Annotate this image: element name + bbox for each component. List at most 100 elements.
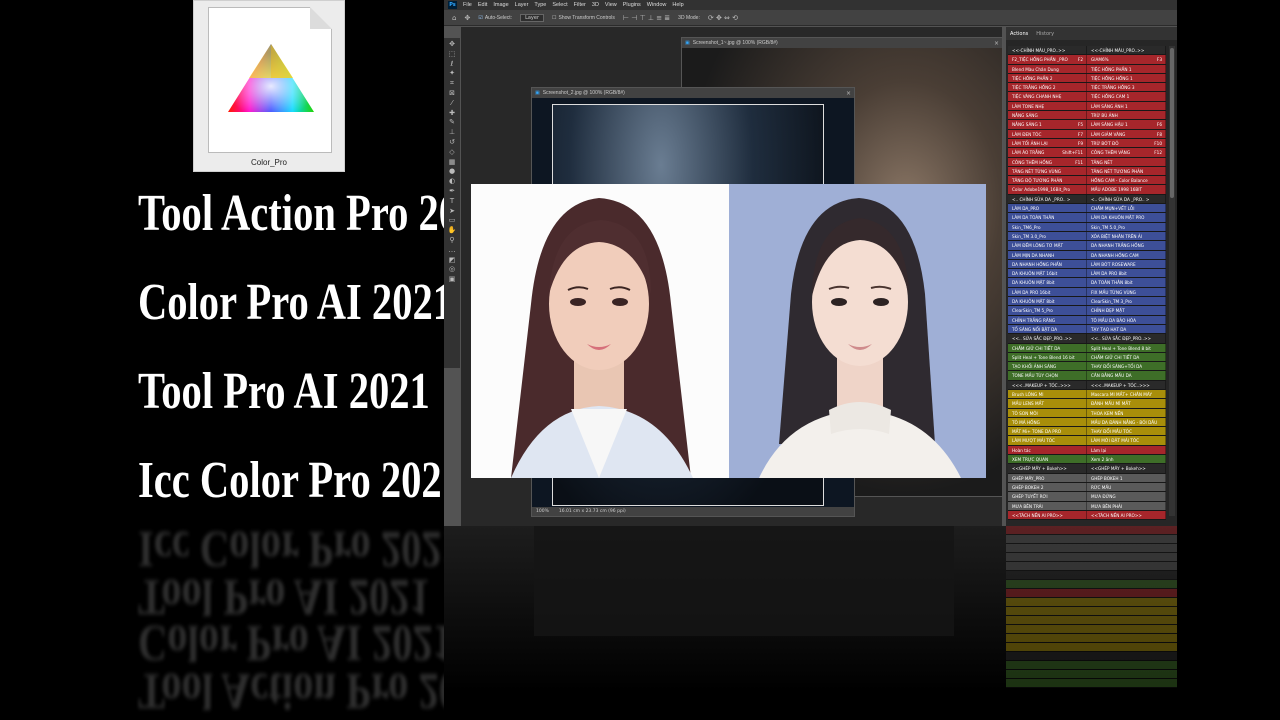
zoom-level[interactable]: 100% xyxy=(536,509,549,514)
action-button[interactable]: TÔ MẦU DA BẢO HÒA xyxy=(1087,315,1166,324)
action-button[interactable]: <<-CHỈNH MÀU_PRO..>> xyxy=(1008,46,1087,55)
color-swatches-icon[interactable]: ◩ xyxy=(445,256,459,266)
action-button[interactable]: CHẤM GIỮ CHI TIẾT DA xyxy=(1087,352,1166,362)
action-button[interactable]: MƯA ĐỨNG xyxy=(1087,492,1166,501)
action-button[interactable]: Mascara MI MẮT+ CHÂN MÀY xyxy=(1087,389,1166,399)
action-button[interactable]: F2_TIỆC HỒNG PHẤN _PRO F2 xyxy=(1008,55,1087,64)
action-button[interactable]: MẦU DA ĐÁNH NẮNG - BÓI DẦU xyxy=(1087,417,1166,427)
action-button[interactable]: Blend Màu Chân Dung xyxy=(1008,64,1087,73)
action-button[interactable]: TĂNG NÉT TƯƠNG PHẢN xyxy=(1087,166,1166,176)
action-button[interactable]: TẠO KHỐI ẢNH SÁNG xyxy=(1008,362,1087,371)
action-button[interactable]: <<GHÉP MÂY + Bokeh>> xyxy=(1008,464,1087,473)
action-button[interactable]: CHỈNH ĐẸP MẶT xyxy=(1087,306,1166,315)
panel-scrollbar[interactable] xyxy=(1169,46,1175,516)
file-icon[interactable]: Color_Pro xyxy=(193,0,345,172)
align-icons[interactable]: ⊢ ⊣ ⊤ ⊥ ≡ ≣ xyxy=(623,14,670,22)
action-button[interactable]: TRỪ BÙ ẢNH xyxy=(1087,111,1166,120)
action-button[interactable]: TẠY TẠO HẠT DA xyxy=(1087,324,1166,334)
action-button[interactable]: TIỆC TRẮNG HỒNG 3 xyxy=(1087,83,1166,92)
document-tab[interactable]: ▣ Screenshot_2.jpg @ 100% (RGB/8#) × xyxy=(532,88,854,98)
transform-controls-checkbox[interactable]: ☐ Show Transform Controls xyxy=(552,15,615,21)
path-select-icon[interactable]: ➤ xyxy=(445,207,459,217)
action-button[interactable]: <.. CHỈNH SỬA DA _PRO.. > xyxy=(1087,194,1166,204)
action-button[interactable]: TĂNG NÉT xyxy=(1087,157,1166,166)
action-button[interactable]: TIỆC HỒNG HỒNG 1 xyxy=(1087,73,1166,83)
action-button[interactable]: LÀM ĐEN TÓC F7 xyxy=(1008,129,1087,138)
action-button[interactable]: LÀM DA KHUÔN MẶT PRO xyxy=(1087,213,1166,222)
menu-filter[interactable]: Filter xyxy=(574,2,586,8)
action-button[interactable]: THOA KEM NỀN xyxy=(1087,408,1166,417)
action-button[interactable]: Split Heal + Tone Blend 16 bit xyxy=(1008,352,1087,362)
action-button[interactable]: THAY ĐỔI MẦU TÓC xyxy=(1087,427,1166,436)
brush-tool-icon[interactable]: ✎ xyxy=(445,118,459,128)
action-button[interactable]: LÀM MƯỢT MÁI TÓC xyxy=(1008,436,1087,445)
action-button[interactable]: Split Heal + Tone Blend 8 bit xyxy=(1087,343,1166,352)
document-tab[interactable]: ▣ Screenshot_1~.jpg @ 100% (RGB/8#) × xyxy=(682,38,1002,48)
action-button[interactable]: ClearSkin_TM 3_Pro xyxy=(1087,297,1166,306)
action-button[interactable]: TONE MẦU TÙY CHỌN xyxy=(1008,371,1087,380)
action-button[interactable]: LÀM MỊN DA NHANH xyxy=(1008,250,1087,259)
magic-wand-icon[interactable]: ✦ xyxy=(445,69,459,79)
action-button[interactable]: CÂN BẰNG MẦU DA xyxy=(1087,371,1166,380)
action-button[interactable]: TIỆC VÀNG CHANH NHẸ xyxy=(1008,92,1087,101)
eyedropper-icon[interactable]: ⁄ xyxy=(445,99,459,109)
action-button[interactable]: Hoàn tác xyxy=(1008,445,1087,455)
action-button[interactable]: LÀM DA TOÀN THÂN xyxy=(1008,213,1087,222)
dodge-icon[interactable]: ◐ xyxy=(445,177,459,187)
action-button[interactable]: Skin_TM 3.0_Pro xyxy=(1008,231,1087,241)
action-button[interactable]: DA NHANH TRẮNG HỒNG xyxy=(1087,241,1166,250)
auto-select-checkbox[interactable]: ☑ Auto-Select: xyxy=(478,15,512,21)
crop-tool-icon[interactable]: ⌗ xyxy=(445,79,459,89)
action-button[interactable]: <<.. SỬA SẮC ĐẸP_PRO..>> xyxy=(1008,334,1087,343)
action-button[interactable]: <.. CHỈNH SỬA DA _PRO.. > xyxy=(1008,194,1087,204)
more-tools-icon[interactable]: … xyxy=(445,246,459,256)
action-button[interactable]: FIX MẦU TỪNG VÙNG xyxy=(1087,287,1166,297)
scrollbar-thumb[interactable] xyxy=(1170,48,1174,198)
action-button[interactable]: <<TÁCH NỀN AI PRO>> xyxy=(1008,510,1087,520)
clone-stamp-icon[interactable]: ⊥ xyxy=(445,128,459,138)
menu-layer[interactable]: Layer xyxy=(515,2,529,8)
action-button[interactable]: LÀM ÁO TRẮNG Shift+F11 xyxy=(1008,148,1087,157)
screen-mode-icon[interactable]: ▣ xyxy=(445,275,459,285)
action-button[interactable]: Làm lại xyxy=(1087,445,1166,455)
action-button[interactable]: TIỆC HỒNG CAM 1 xyxy=(1087,92,1166,101)
action-button[interactable]: LÀM TONE NHẸ xyxy=(1008,101,1087,111)
action-button[interactable]: <<TÁCH NỀN AI PRO>> xyxy=(1087,510,1166,520)
action-button[interactable]: GHÉP BOKEH 1 xyxy=(1087,473,1166,482)
history-brush-icon[interactable]: ↺ xyxy=(445,138,459,148)
3d-tools-icons[interactable]: ⟳ ✥ ⇔ ⟲ xyxy=(708,14,738,22)
action-button[interactable]: <<<..MAKEUP + TÓC..>>> xyxy=(1087,380,1166,389)
action-button[interactable]: CHẤM GIỮ CHI TIẾT DA xyxy=(1008,343,1087,352)
healing-brush-icon[interactable]: ✚ xyxy=(445,109,459,119)
action-button[interactable]: Skin_TM6_Pro xyxy=(1008,222,1087,231)
action-button[interactable]: <<<..MAKEUP + TÓC..>>> xyxy=(1008,380,1087,389)
action-button[interactable]: CHẤM MỤN+VẾT LỖI xyxy=(1087,204,1166,213)
action-button[interactable]: LÀM GIẢM VÀNG F8 xyxy=(1087,129,1166,138)
action-button[interactable]: GHÉP MÂY_PRO xyxy=(1008,473,1087,482)
action-button[interactable]: CÔNG THÊM HỒNG F11 xyxy=(1008,157,1087,166)
marquee-tool-icon[interactable]: ⬚ xyxy=(445,50,459,60)
action-button[interactable]: LÀM BỚT ROSEWARE xyxy=(1087,259,1166,269)
tab-actions[interactable]: Actions xyxy=(1010,31,1028,37)
blur-icon[interactable]: ● xyxy=(445,167,459,177)
menu-view[interactable]: View xyxy=(605,2,617,8)
action-button[interactable]: ĐÁNH MẦU MÍ MẮT xyxy=(1087,399,1166,408)
shape-tool-icon[interactable]: ▭ xyxy=(445,216,459,226)
action-button[interactable]: TÔ MÁ HỒNG xyxy=(1008,417,1087,427)
menu-3d[interactable]: 3D xyxy=(592,2,599,8)
gradient-icon[interactable]: ▦ xyxy=(445,158,459,168)
action-button[interactable]: GIAM6% F3 xyxy=(1087,55,1166,64)
type-tool-icon[interactable]: T xyxy=(445,197,459,207)
action-button[interactable]: DA KHUÔN MẶT 8bit xyxy=(1008,297,1087,306)
action-button[interactable]: GHÉP TUYẾT RƠI xyxy=(1008,492,1087,501)
hand-tool-icon[interactable]: ✋ xyxy=(445,226,459,236)
action-button[interactable]: NẮNG SÁNG 1 F5 xyxy=(1008,120,1087,129)
action-button[interactable]: MẦU ADOBE 1998 16BIT xyxy=(1087,185,1166,194)
action-button[interactable]: Brush LÔNG MI xyxy=(1008,389,1087,399)
action-button[interactable]: TĂNG ĐỘ TƯƠNG PHẢN xyxy=(1008,176,1087,185)
layer-select[interactable]: Layer xyxy=(520,13,545,22)
action-button[interactable]: CÔNG THÊM VÀNG F12 xyxy=(1087,148,1166,157)
action-button[interactable]: Color Adobe1998_16Bit_Pro xyxy=(1008,185,1087,194)
action-button[interactable]: HỒNG CAM - Color Balance xyxy=(1087,176,1166,185)
action-button[interactable]: MẮT Mi+ TONE DA PRO xyxy=(1008,427,1087,436)
